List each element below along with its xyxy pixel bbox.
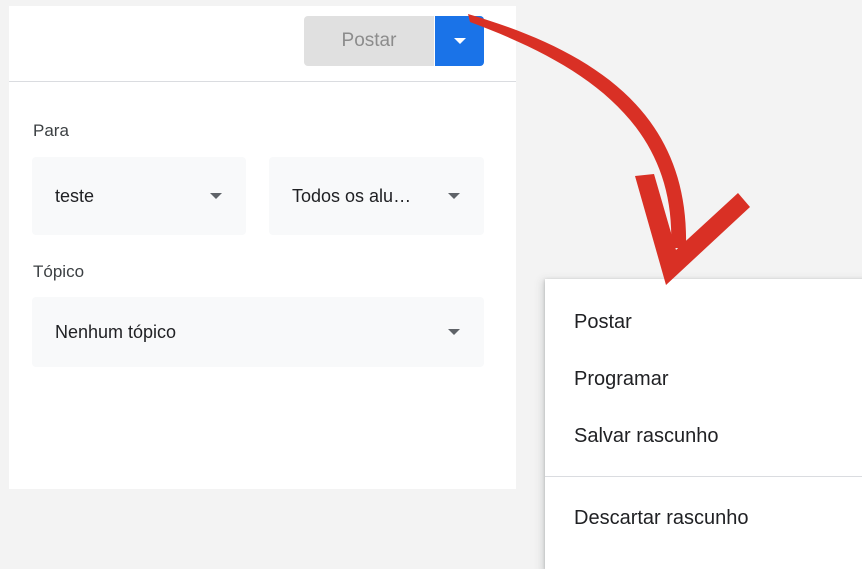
topic-label: Tópico xyxy=(33,262,85,281)
menu-item-descartar-rascunho[interactable]: Descartar rascunho xyxy=(545,493,862,543)
chevron-down-icon xyxy=(448,329,460,335)
menu-item-salvar-rascunho[interactable]: Salvar rascunho xyxy=(545,411,862,461)
post-form-panel: Postar Para teste Todos os alu… Tópico N… xyxy=(9,6,516,489)
topic-select[interactable]: Nenhum tópico xyxy=(32,297,484,367)
action-bar: Postar xyxy=(9,6,516,82)
chevron-down-icon xyxy=(210,193,222,199)
para-label: Para xyxy=(33,121,69,140)
topic-select-value: Nenhum tópico xyxy=(55,321,177,342)
caret-down-icon xyxy=(453,38,466,44)
menu-item-postar[interactable]: Postar xyxy=(545,297,862,347)
post-options-dropdown-button[interactable] xyxy=(435,16,484,66)
menu-divider xyxy=(545,476,862,477)
post-button[interactable]: Postar xyxy=(304,16,434,66)
post-options-menu: Postar Programar Salvar rascunho Descart… xyxy=(545,279,862,569)
class-select[interactable]: teste xyxy=(32,157,246,235)
menu-item-programar[interactable]: Programar xyxy=(545,354,862,404)
chevron-down-icon xyxy=(448,193,460,199)
students-select-value: Todos os alu… xyxy=(292,185,412,206)
class-select-value: teste xyxy=(55,185,95,206)
students-select[interactable]: Todos os alu… xyxy=(269,157,484,235)
